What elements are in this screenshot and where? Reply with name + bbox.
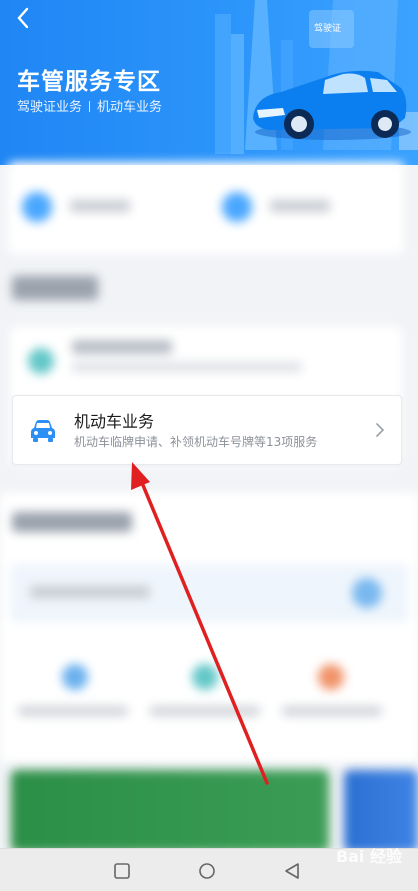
lower-service-section [0, 492, 418, 762]
baidu-watermark: Bai 经验 [335, 847, 402, 866]
subtitle-driver-license: 驾驶证业务 [17, 100, 83, 115]
vehicle-service-item[interactable]: 机动车业务 机动车临牌申请、补领机动车号牌等13项服务 [12, 395, 402, 465]
back-triangle-icon[interactable] [283, 862, 301, 880]
chevron-right-icon [376, 423, 385, 437]
building-sign-text: 驾驶证 [314, 22, 341, 34]
city-car-illustration: 驾驶证 [215, 0, 418, 154]
promo-banner-green[interactable] [11, 770, 329, 852]
header-banner: 车管服务专区 驾驶证业务 机动车业务 驾驶证 [0, 0, 418, 165]
service-item-title: 机动车业务 [74, 412, 155, 431]
page-title: 车管服务专区 [17, 69, 161, 95]
promo-banner-blue[interactable] [344, 770, 418, 852]
page-subtitle: 驾驶证业务 机动车业务 [17, 96, 162, 115]
home-icon[interactable] [198, 862, 216, 880]
car-icon [31, 420, 55, 442]
quick-entry-card [8, 162, 404, 254]
subtitle-separator [89, 101, 91, 112]
recent-apps-icon[interactable] [113, 862, 131, 880]
subtitle-vehicle: 机动车业务 [97, 100, 163, 115]
section-title-placeholder [12, 276, 98, 300]
back-arrow-icon[interactable] [12, 6, 36, 30]
service-item-description: 机动车临牌申请、补领机动车号牌等13项服务 [74, 435, 318, 449]
